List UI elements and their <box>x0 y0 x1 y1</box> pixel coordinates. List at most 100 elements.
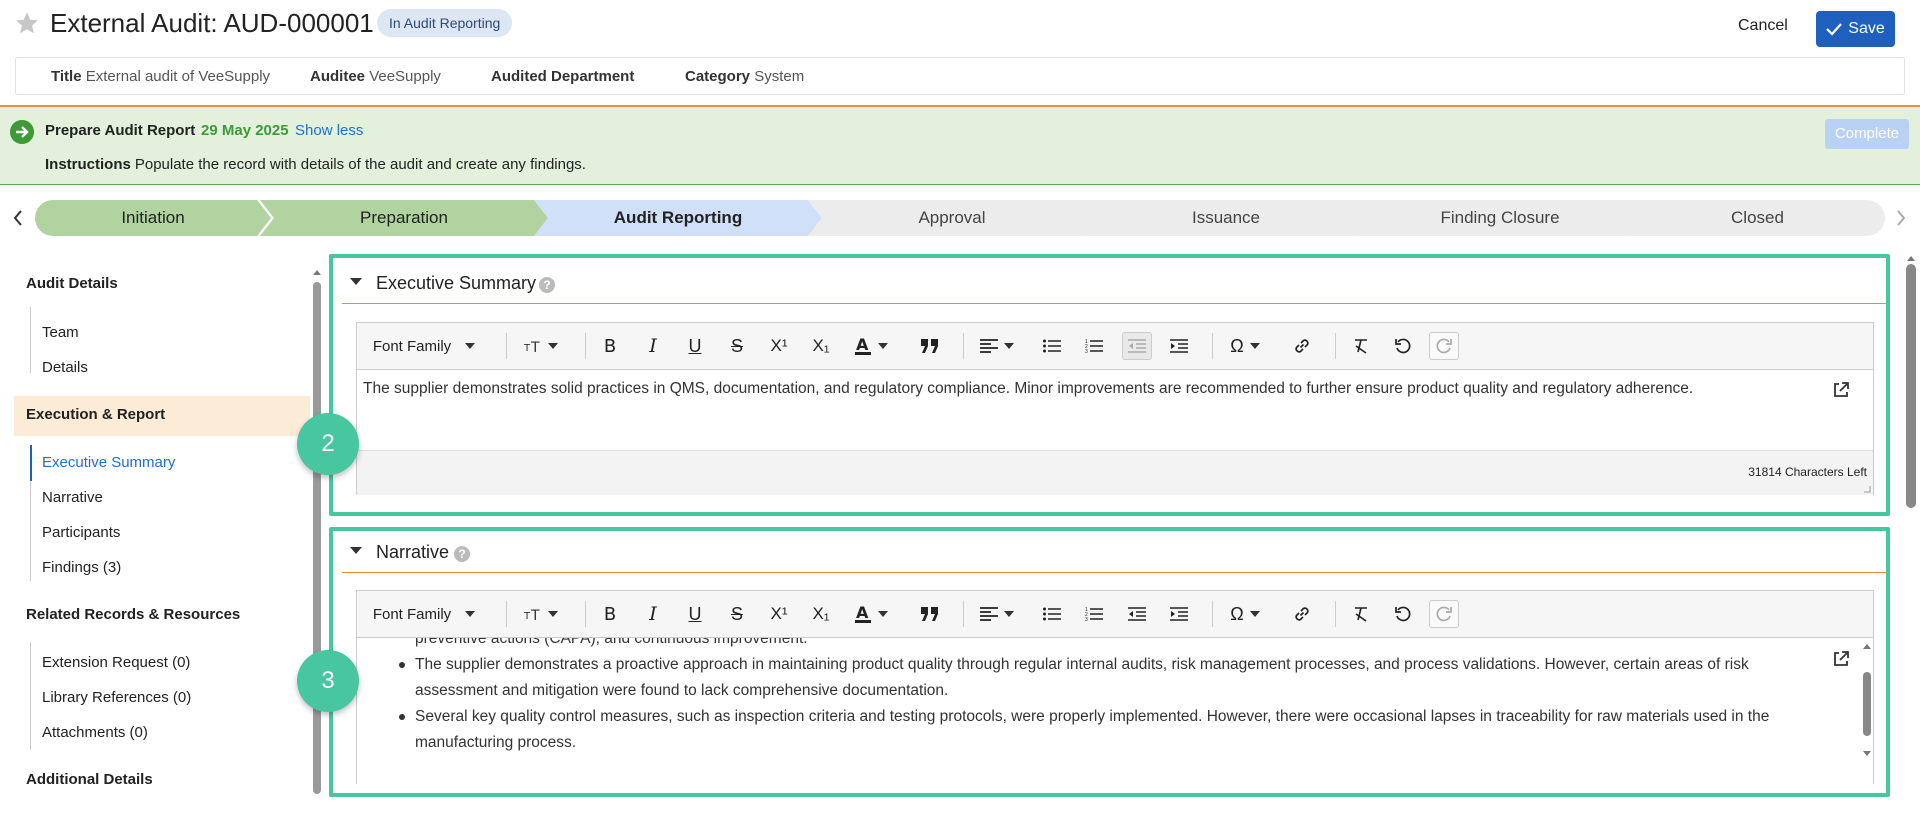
bullet-list-button[interactable] <box>1037 600 1067 628</box>
nav-heading-related-records[interactable]: Related Records & Resources <box>26 606 240 623</box>
nav-heading-additional-details[interactable]: Additional Details <box>26 771 153 788</box>
bold-button[interactable]: B <box>595 332 625 360</box>
clear-formatting-button[interactable] <box>1346 332 1376 360</box>
nav-item-team[interactable]: Team <box>42 324 79 341</box>
expand-external-icon[interactable] <box>1831 649 1851 669</box>
stage-issuance[interactable]: Issuance <box>1082 200 1370 236</box>
nav-item-details[interactable]: Details <box>42 359 88 376</box>
nav-heading-audit-details[interactable]: Audit Details <box>26 275 118 292</box>
quote-icon <box>921 607 938 621</box>
redo-button[interactable] <box>1429 332 1459 360</box>
subscript-button[interactable]: X₁ <box>806 332 836 360</box>
align-dropdown[interactable] <box>975 600 1019 628</box>
nav-item-narrative[interactable]: Narrative <box>42 489 103 506</box>
bold-button[interactable]: B <box>595 600 625 628</box>
collapse-caret-icon[interactable] <box>350 278 362 285</box>
numbered-list-button[interactable]: 123 <box>1079 332 1109 360</box>
executive-summary-text: The supplier demonstrates solid practice… <box>363 380 1694 397</box>
favorite-star-icon[interactable] <box>14 10 40 36</box>
strikethrough-button[interactable]: S <box>722 600 752 628</box>
scroll-up-arrow-icon[interactable] <box>1906 254 1916 262</box>
nav-item-participants[interactable]: Participants <box>42 524 120 541</box>
collapse-caret-icon[interactable] <box>350 547 362 554</box>
toolbar-separator <box>585 601 586 627</box>
scroll-up-arrow-icon[interactable] <box>312 268 322 276</box>
font-color-dropdown[interactable]: A <box>849 600 893 628</box>
italic-button[interactable]: I <box>638 600 668 628</box>
chevron-down-icon <box>1004 611 1014 617</box>
underline-button[interactable]: U <box>680 600 710 628</box>
page-title: External Audit: AUD-000001 <box>50 8 374 38</box>
toolbar-separator <box>585 333 586 359</box>
nav-item-attachments[interactable]: Attachments (0) <box>42 724 148 741</box>
narrative-header[interactable]: Narrative ? <box>342 533 1886 573</box>
stage-finding-closure[interactable]: Finding Closure <box>1356 200 1644 236</box>
main-scrollbar[interactable] <box>1906 264 1916 508</box>
underline-icon: U <box>688 335 702 356</box>
redo-button[interactable] <box>1429 600 1459 628</box>
italic-button[interactable]: I <box>638 332 668 360</box>
outdent-button[interactable] <box>1122 332 1152 360</box>
instructions-label: Instructions <box>45 156 131 173</box>
chevron-right-icon[interactable] <box>1893 208 1909 228</box>
stage-approval[interactable]: Approval <box>808 200 1096 236</box>
insert-link-button[interactable] <box>1287 332 1317 360</box>
stage-preparation[interactable]: Preparation <box>260 200 548 236</box>
resize-handle-icon[interactable] <box>1863 485 1871 493</box>
narrative-body[interactable]: preventive actions (CAPA), and continuou… <box>357 638 1873 785</box>
expand-external-icon[interactable] <box>1831 380 1851 400</box>
stage-initiation[interactable]: Initiation <box>35 200 271 236</box>
special-characters-dropdown[interactable]: Ω <box>1223 600 1267 628</box>
narrative-scrollbar[interactable] <box>1863 672 1871 736</box>
underline-button[interactable]: U <box>680 332 710 360</box>
strikethrough-icon: S <box>730 335 743 356</box>
show-less-link[interactable]: Show less <box>295 122 363 139</box>
superscript-button[interactable]: X¹ <box>764 600 794 628</box>
stage-audit-reporting[interactable]: Audit Reporting <box>534 200 822 236</box>
font-size-dropdown[interactable]: TT <box>517 332 565 360</box>
executive-summary-body[interactable]: The supplier demonstrates solid practice… <box>357 370 1873 450</box>
complete-button[interactable]: Complete <box>1825 119 1909 149</box>
special-characters-dropdown[interactable]: Ω <box>1223 332 1267 360</box>
strikethrough-button[interactable]: S <box>722 332 752 360</box>
align-dropdown[interactable] <box>975 332 1019 360</box>
cancel-button[interactable]: Cancel <box>1738 17 1788 35</box>
font-color-dropdown[interactable]: A <box>849 332 893 360</box>
indent-button[interactable] <box>1164 600 1194 628</box>
save-button[interactable]: Save <box>1816 11 1895 47</box>
nav-item-executive-summary[interactable]: Executive Summary <box>42 454 175 471</box>
nav-item-library-references[interactable]: Library References (0) <box>42 689 191 706</box>
outdent-button[interactable] <box>1122 600 1152 628</box>
subscript-button[interactable]: X₁ <box>806 600 836 628</box>
toolbar-separator <box>963 333 964 359</box>
executive-summary-header[interactable]: Executive Summary ? <box>342 264 1886 304</box>
insert-link-button[interactable] <box>1287 600 1317 628</box>
nav-heading-execution-report[interactable]: Execution & Report <box>26 406 165 423</box>
help-icon[interactable]: ? <box>539 277 555 293</box>
undo-button[interactable] <box>1388 332 1418 360</box>
scroll-up-arrow-icon[interactable] <box>1862 642 1872 650</box>
undo-button[interactable] <box>1388 600 1418 628</box>
bullet-list-button[interactable] <box>1037 332 1067 360</box>
chevron-left-icon[interactable] <box>10 208 26 228</box>
stage-closed[interactable]: Closed <box>1630 200 1885 236</box>
chevron-down-icon <box>878 343 888 349</box>
blockquote-button[interactable] <box>915 332 945 360</box>
nav-item-findings[interactable]: Findings (3) <box>42 559 121 576</box>
superscript-button[interactable]: X¹ <box>764 332 794 360</box>
help-icon[interactable]: ? <box>454 546 470 562</box>
toolbar-separator <box>506 601 507 627</box>
nav-item-extension-request[interactable]: Extension Request (0) <box>42 654 190 671</box>
svg-text:T: T <box>524 343 531 353</box>
nav-scrollbar[interactable] <box>313 282 321 794</box>
numbered-list-icon: 123 <box>1085 339 1103 354</box>
font-family-dropdown[interactable]: Font Family <box>365 332 483 360</box>
indent-button[interactable] <box>1164 332 1194 360</box>
blockquote-button[interactable] <box>915 600 945 628</box>
clear-formatting-button[interactable] <box>1346 600 1376 628</box>
scroll-down-arrow-icon[interactable] <box>1862 750 1872 758</box>
numbered-list-button[interactable]: 123 <box>1079 600 1109 628</box>
chevron-down-icon <box>465 611 476 617</box>
font-size-dropdown[interactable]: TT <box>517 600 565 628</box>
font-family-dropdown[interactable]: Font Family <box>365 600 483 628</box>
